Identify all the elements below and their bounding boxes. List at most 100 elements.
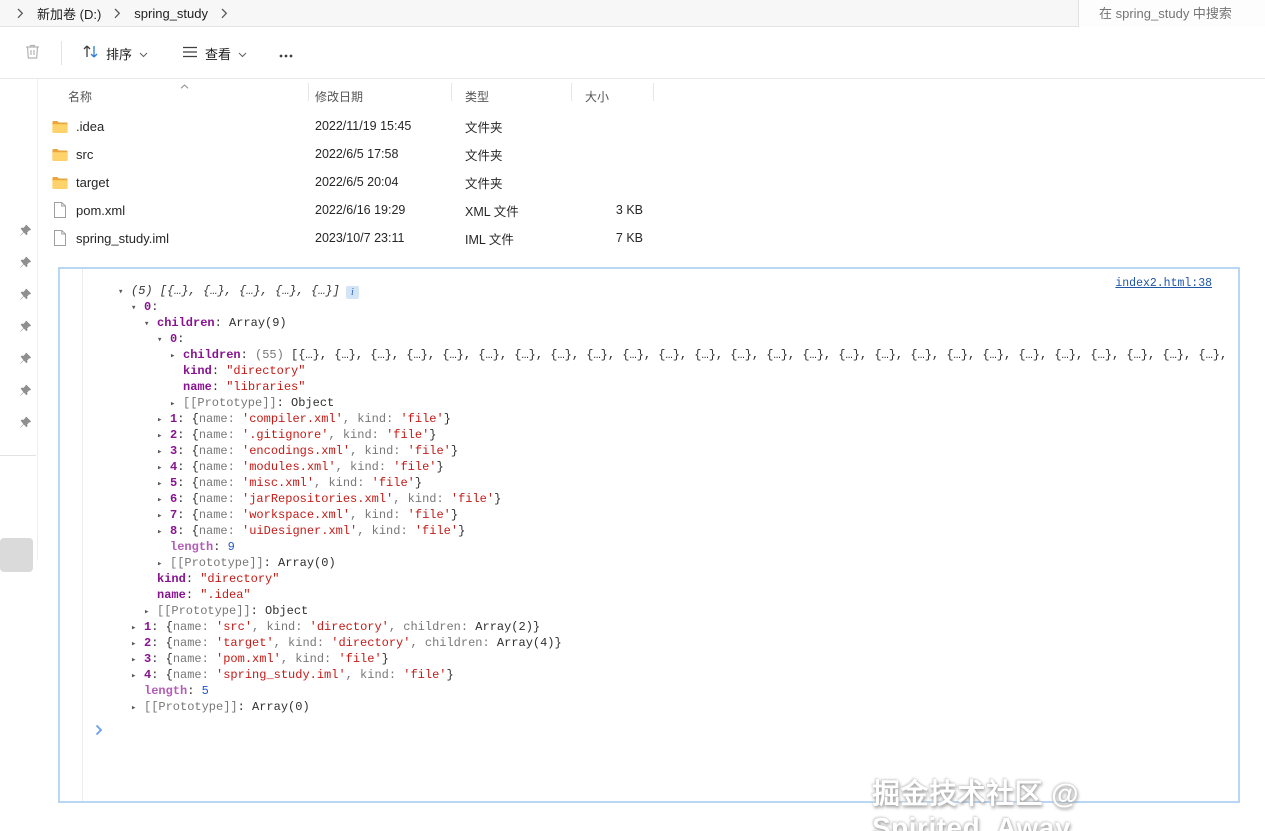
- pinned-item-pin-icon[interactable]: [19, 416, 33, 430]
- pinned-item-pin-icon[interactable]: [19, 288, 33, 302]
- column-divider[interactable]: [308, 83, 309, 101]
- tree-expand-icon[interactable]: ▾: [118, 284, 131, 300]
- console-token: 'file': [386, 428, 430, 442]
- tree-expand-icon[interactable]: ▸: [157, 524, 170, 540]
- trash-icon: [24, 43, 41, 63]
- console-token: 'file': [414, 524, 459, 538]
- file-name: src: [76, 146, 94, 162]
- breadcrumb-item-folder[interactable]: spring_study: [130, 6, 212, 21]
- tree-expand-icon[interactable]: ▸: [157, 556, 170, 572]
- tree-expand-icon[interactable]: ▸: [157, 492, 170, 508]
- column-header-size[interactable]: 大小: [571, 84, 653, 108]
- tree-expand-icon[interactable]: ▸: [131, 700, 144, 716]
- sort-button[interactable]: 排序: [72, 37, 158, 70]
- console-token: 'file': [371, 476, 415, 490]
- chevron-right-icon[interactable]: [212, 8, 237, 19]
- tree-expand-icon[interactable]: ▸: [144, 604, 157, 620]
- console-token: , children:: [410, 636, 497, 650]
- file-row[interactable]: .idea 2022/11/19 15:45 文件夹: [40, 112, 653, 140]
- nav-scrollbar-thumb[interactable]: [0, 538, 33, 572]
- console-token: 'file': [403, 668, 447, 682]
- console-token: 'src': [216, 620, 253, 634]
- search-box[interactable]: [1078, 0, 1265, 27]
- tree-expand-icon[interactable]: ▾: [131, 300, 144, 316]
- console-token: : {: [177, 524, 199, 538]
- column-divider[interactable]: [571, 83, 572, 101]
- tree-expand-icon[interactable]: ▾: [157, 332, 170, 348]
- console-tree-line: ▾ (5) [{…}, {…}, {…}, {…}, {…}] i: [84, 283, 1238, 299]
- console-token: name:: [198, 428, 243, 442]
- console-token: Array(9): [229, 316, 287, 330]
- console-token: : {: [151, 620, 173, 634]
- tree-expand-icon[interactable]: ▸: [157, 476, 170, 492]
- console-token: 'jarRepositories.xml': [242, 492, 394, 506]
- column-divider[interactable]: [451, 83, 452, 101]
- console-token: length: [170, 540, 214, 554]
- console-token: 'file': [407, 444, 451, 458]
- console-token: (55): [255, 348, 292, 362]
- tree-expand-icon[interactable]: ▸: [170, 396, 183, 412]
- console-token: }: [381, 652, 389, 666]
- tree-expand-icon[interactable]: ▸: [157, 508, 170, 524]
- console-tree-line: length: 9: [84, 539, 1238, 555]
- file-date: 2022/6/16 19:29: [315, 203, 406, 217]
- console-token: :: [177, 332, 192, 346]
- pinned-item-pin-icon[interactable]: [19, 256, 33, 270]
- file-size: 7 KB: [615, 231, 643, 245]
- tree-expand-icon[interactable]: ▸: [157, 460, 170, 476]
- view-button[interactable]: 查看: [172, 37, 257, 70]
- file-row[interactable]: src 2022/6/5 17:58 文件夹: [40, 140, 653, 168]
- console-tree-line: name: ".idea": [84, 587, 1238, 603]
- console-tree-line: name: "libraries": [84, 379, 1238, 395]
- console-token: name: [157, 588, 186, 602]
- console-token: name:: [172, 668, 217, 682]
- delete-button[interactable]: [14, 36, 51, 70]
- nav-pane-divider: [37, 79, 38, 560]
- file-name: spring_study.iml: [76, 230, 169, 246]
- chevron-right-icon[interactable]: [105, 8, 130, 19]
- file-row[interactable]: spring_study.iml 2023/10/7 23:11 IML 文件 7 K…: [40, 224, 653, 252]
- breadcrumb-item-drive[interactable]: 新加卷 (D:): [33, 4, 105, 23]
- see-more-button[interactable]: [267, 36, 305, 71]
- file-type: 文件夹: [465, 176, 503, 191]
- pinned-item-pin-icon[interactable]: [19, 352, 33, 366]
- info-icon[interactable]: i: [345, 286, 359, 299]
- tree-expand-icon[interactable]: ▸: [131, 668, 144, 684]
- tree-expand-icon[interactable]: ▸: [157, 412, 170, 428]
- pinned-item-pin-icon[interactable]: [19, 320, 33, 334]
- console-token: name:: [198, 492, 243, 506]
- tree-expand-icon[interactable]: ▸: [131, 636, 144, 652]
- tree-expand-icon[interactable]: ▸: [157, 444, 170, 460]
- search-input[interactable]: [1079, 6, 1265, 21]
- console-token: ".idea": [200, 588, 251, 602]
- file-row[interactable]: target 2022/6/5 20:04 文件夹: [40, 168, 653, 196]
- console-token: :: [187, 684, 202, 698]
- tree-expand-icon[interactable]: ▾: [144, 316, 157, 332]
- tree-expand-icon[interactable]: ▸: [157, 428, 170, 444]
- console-tree-line: ▸ 1: {name: 'compiler.xml', kind: 'file'}: [84, 411, 1238, 427]
- column-header-date[interactable]: 修改日期: [308, 84, 451, 108]
- console-token: 'file': [338, 652, 382, 666]
- console-token: : {: [177, 492, 199, 506]
- console-gutter: [60, 269, 83, 801]
- sort-label: 排序: [106, 46, 133, 62]
- pinned-item-pin-icon[interactable]: [19, 384, 33, 398]
- console-prompt[interactable]: [84, 724, 1238, 740]
- tree-expand-icon[interactable]: ▸: [131, 652, 144, 668]
- file-row[interactable]: pom.xml 2022/6/16 19:29 XML 文件 3 KB: [40, 196, 653, 224]
- console-token: }: [443, 412, 451, 426]
- console-token: 'file': [407, 508, 451, 522]
- console-tree-line: ▸ 1: {name: 'src', kind: 'directory', chi…: [84, 619, 1238, 635]
- console-token: : {: [177, 428, 199, 442]
- console-token: 'compiler.xml': [242, 412, 343, 426]
- column-header-type[interactable]: 类型: [451, 84, 571, 108]
- console-token: Array(2)}: [475, 620, 541, 634]
- console-token: 'directory': [309, 620, 389, 634]
- pinned-item-pin-icon[interactable]: [19, 224, 33, 238]
- console-token: , kind:: [335, 460, 394, 474]
- tree-expand-icon[interactable]: ▸: [131, 620, 144, 636]
- tree-expand-icon[interactable]: ▸: [170, 348, 183, 364]
- column-divider[interactable]: [653, 83, 654, 101]
- chevron-right-icon[interactable]: [8, 8, 33, 19]
- column-header-name[interactable]: 名称: [40, 84, 308, 108]
